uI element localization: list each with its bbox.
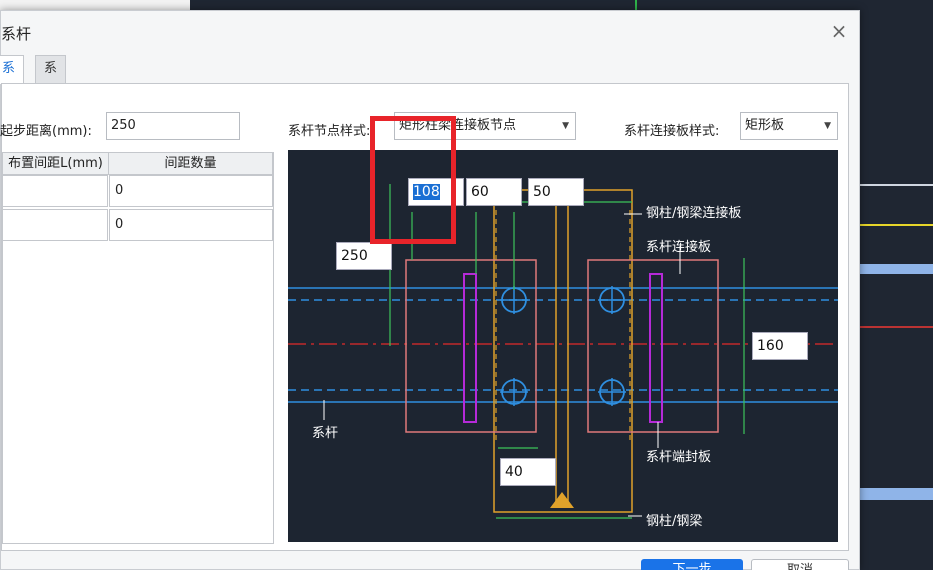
bg-line (860, 326, 933, 328)
label-tie: 系杆 (312, 426, 339, 441)
plate-style-label: 系杆连接板样式: (624, 124, 720, 139)
plate-style-value: 矩形板 (745, 118, 785, 133)
tab-tie-node[interactable]: 系杆节点 (35, 55, 67, 154)
next-button[interactable]: 下一步 (641, 559, 743, 570)
tie-rod-dialog: 系杆 × 系杆 系杆节点 起步距离(mm): 250 布置间距L(mm) 间距数… (0, 10, 860, 570)
bg-line (860, 488, 933, 500)
close-icon[interactable]: × (829, 21, 849, 41)
bg-line (860, 264, 933, 274)
label-end-plate: 系杆端封板 (646, 450, 712, 465)
dimension-input-160[interactable]: 160 (752, 332, 808, 360)
table-cell[interactable]: 0 (109, 175, 273, 207)
column-header-spacing: 布置间距L(mm) (3, 153, 109, 175)
start-distance-input[interactable]: 250 (106, 112, 240, 140)
spacing-table: 布置间距L(mm) 间距数量 0 0 (2, 152, 274, 544)
dimension-input-250[interactable]: 250 (336, 242, 392, 270)
tab-tie[interactable]: 系杆 (0, 55, 25, 102)
label-column: 钢柱/钢梁 (646, 514, 703, 529)
cancel-button[interactable]: 取消 (751, 559, 849, 570)
table-cell[interactable] (2, 175, 108, 207)
chevron-down-icon: ▼ (562, 121, 569, 131)
bg-line (860, 184, 933, 186)
column-stiffener (550, 492, 574, 508)
node-style-label: 系杆节点样式: (288, 124, 371, 139)
tie-plate-right (587, 259, 719, 433)
table-cell[interactable]: 0 (109, 209, 273, 241)
dimension-input-60[interactable]: 60 (466, 178, 522, 206)
end-plate-left (463, 273, 477, 423)
start-distance-label: 起步距离(mm): (0, 124, 92, 139)
label-column-plate: 钢柱/钢梁连接板 (646, 206, 742, 221)
dimension-input-50[interactable]: 50 (528, 178, 584, 206)
background-toolbar (0, 0, 190, 10)
label-tie-plate: 系杆连接板 (646, 240, 712, 255)
chevron-down-icon: ▼ (824, 121, 831, 131)
bg-line (860, 224, 933, 226)
highlight-annotation-box (370, 116, 456, 244)
tie-plate-left (405, 259, 537, 433)
bg-line (635, 0, 637, 10)
plate-style-select[interactable]: 矩形板 ▼ (740, 112, 838, 140)
dimension-input-40[interactable]: 40 (500, 458, 556, 486)
end-plate-right (649, 273, 663, 423)
table-cell[interactable] (2, 209, 108, 241)
dialog-title: 系杆 (1, 25, 32, 43)
column-header-count: 间距数量 (109, 153, 273, 175)
